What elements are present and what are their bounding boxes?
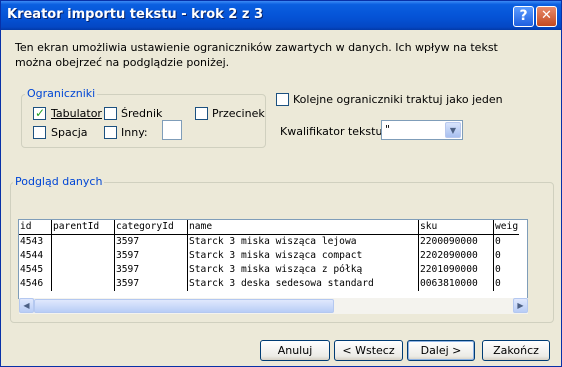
consecutive-delimiters-label[interactable]: Kolejne ograniczniki traktuj jako jeden <box>293 93 503 106</box>
table-cell: 2201090000 <box>418 263 494 277</box>
table-cell: Starck 3 miska wisząca compact <box>187 249 419 263</box>
preview-table: id parentId categoryId name sku weig 454… <box>19 220 520 291</box>
scroll-right-button[interactable]: ▶ <box>513 298 528 313</box>
column-header[interactable]: categoryId <box>114 220 188 235</box>
consecutive-delimiters-checkbox[interactable] <box>276 93 289 106</box>
description-text: Ten ekran umożliwia ustawienie ograniczn… <box>15 41 498 69</box>
comma-label[interactable]: Przecinek <box>212 107 265 120</box>
table-header-row: id parentId categoryId name sku weig <box>19 220 520 235</box>
close-icon: ✕ <box>541 8 552 23</box>
space-checkbox[interactable] <box>33 126 46 139</box>
space-label[interactable]: Spacja <box>51 126 88 139</box>
window-title: Kreator importu tekstu - krok 2 z 3 <box>7 7 264 22</box>
chevron-down-icon[interactable]: ▼ <box>445 122 461 138</box>
horizontal-scrollbar[interactable]: ◀ ▶ <box>19 298 528 314</box>
table-row: 4543 3597 Starck 3 miska wisząca lejowa … <box>19 234 520 249</box>
table-cell: 3597 <box>114 249 188 263</box>
other-label[interactable]: Inny: <box>121 126 148 139</box>
column-header[interactable]: parentId <box>51 220 115 235</box>
tab-label[interactable]: Tabulator <box>51 107 102 120</box>
table-cell: 3597 <box>114 234 188 249</box>
next-button[interactable]: Dalej > <box>407 340 475 361</box>
table-cell <box>51 277 115 291</box>
delimiters-group <box>21 94 266 148</box>
text-qualifier-select[interactable]: " ▼ <box>381 120 463 140</box>
delimiters-legend: Ograniczniki <box>25 87 98 100</box>
import-wizard-dialog: Kreator importu tekstu - krok 2 z 3 ? ✕ … <box>0 0 562 367</box>
table-cell: Starck 3 miska wisząca lejowa <box>187 234 419 249</box>
table-cell: 0 <box>493 234 520 249</box>
table-cell: Starck 3 deska sedesowa standard <box>187 277 419 291</box>
data-preview-legend: Podgląd danych <box>13 175 105 188</box>
help-button[interactable]: ? <box>513 6 534 27</box>
table-row: 4544 3597 Starck 3 miska wisząca compact… <box>19 249 520 263</box>
data-preview-grid[interactable]: id parentId categoryId name sku weig 454… <box>18 219 528 299</box>
other-delimiter-input[interactable] <box>162 120 182 140</box>
semicolon-label[interactable]: Średnik <box>121 107 162 120</box>
table-cell: Starck 3 miska wisząca z półką <box>187 263 419 277</box>
column-header[interactable]: sku <box>418 220 494 235</box>
column-header[interactable]: name <box>187 220 419 235</box>
table-cell: 4545 <box>20 264 44 275</box>
table-cell: 3597 <box>114 277 188 291</box>
checkmark-icon: ✓ <box>35 106 46 120</box>
table-cell: 0 <box>493 263 520 277</box>
column-header[interactable]: weig <box>493 220 520 235</box>
other-checkbox[interactable] <box>104 126 117 139</box>
semicolon-checkbox[interactable] <box>104 107 117 120</box>
table-cell: 2202090000 <box>418 249 494 263</box>
table-cell: 2200090000 <box>418 234 494 249</box>
table-cell: 0063810000 <box>418 277 494 291</box>
title-bar[interactable]: Kreator importu tekstu - krok 2 z 3 ? ✕ <box>1 1 561 30</box>
table-cell: 4543 <box>20 236 44 247</box>
finish-button[interactable]: Zakończ <box>482 340 550 361</box>
scroll-thumb-horizontal[interactable] <box>34 299 334 313</box>
table-cell: 3597 <box>114 263 188 277</box>
column-header[interactable]: id <box>19 220 52 235</box>
tab-checkbox[interactable]: ✓ <box>33 106 46 120</box>
cancel-button[interactable]: Anuluj <box>260 340 330 361</box>
comma-checkbox[interactable] <box>195 107 208 120</box>
scroll-left-button[interactable]: ◀ <box>19 298 34 313</box>
close-button[interactable]: ✕ <box>536 6 557 27</box>
table-cell <box>51 263 115 277</box>
table-cell: 4546 <box>20 278 44 289</box>
table-row: 4546 3597 Starck 3 deska sedesowa standa… <box>19 277 520 291</box>
text-qualifier-value: " <box>385 123 391 136</box>
back-button[interactable]: < Wstecz <box>334 340 403 361</box>
table-cell <box>51 249 115 263</box>
table-cell <box>51 234 115 249</box>
text-qualifier-label: Kwalifikator tekstu: <box>280 125 387 138</box>
table-cell: 4544 <box>20 250 44 261</box>
table-cell: 0 <box>493 249 520 263</box>
help-icon: ? <box>519 8 528 24</box>
table-row: 4545 3597 Starck 3 miska wisząca z półką… <box>19 263 520 277</box>
table-cell: 0 <box>493 277 520 291</box>
